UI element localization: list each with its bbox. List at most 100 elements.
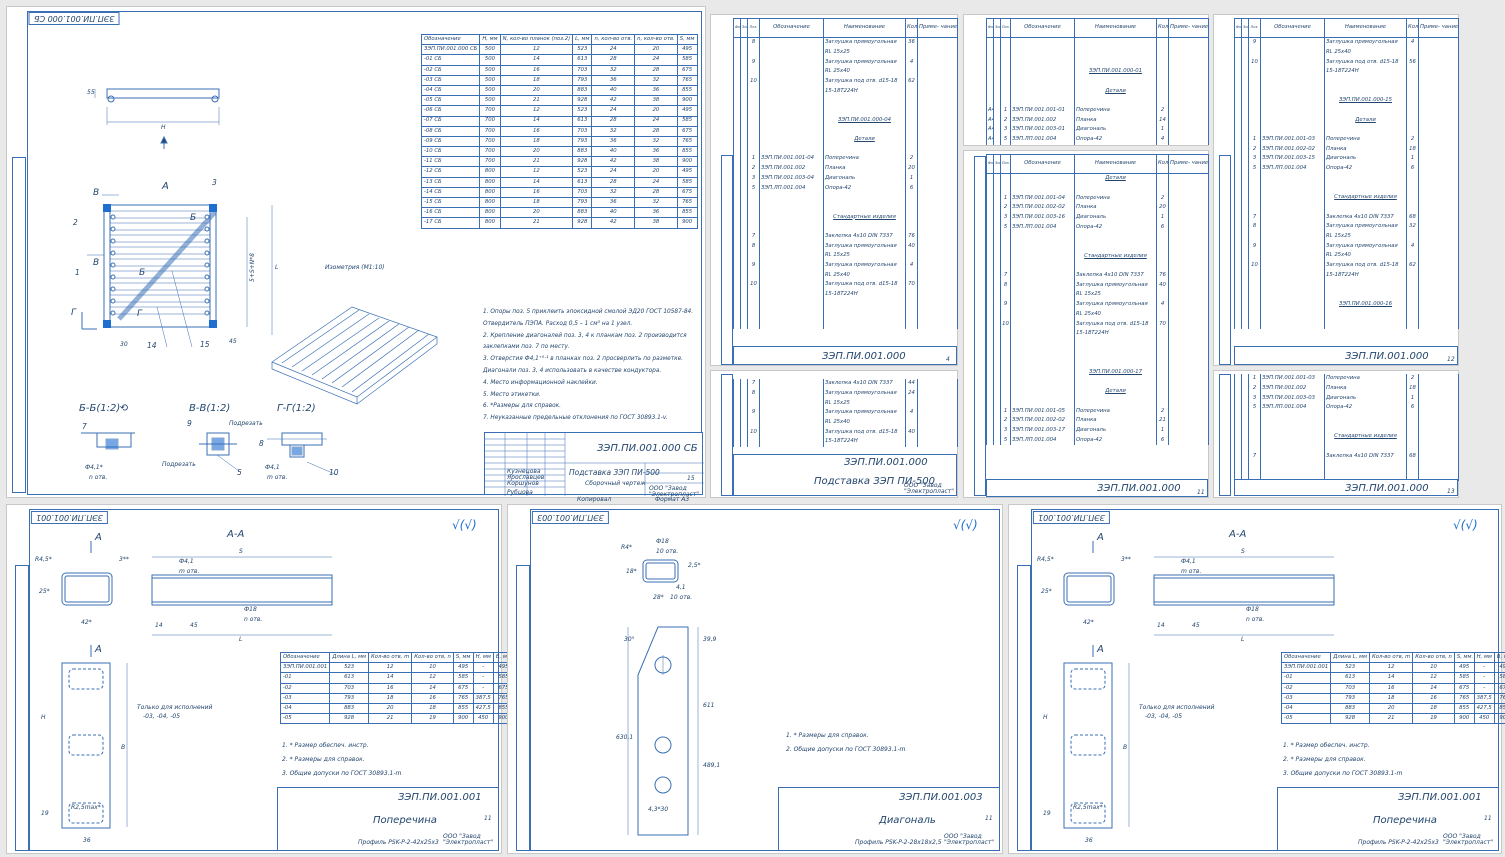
spec-row: [986, 47, 1209, 58]
spec-cell: 32: [1406, 222, 1419, 232]
part1-note-2: 2. * Размеры для справок.: [282, 756, 365, 763]
section-mark-b: В: [93, 188, 100, 198]
spec-cell: Стандартные изделия: [1074, 251, 1157, 262]
spec-cell: 7: [747, 379, 760, 389]
spec-cell: [905, 318, 918, 329]
spec-cell: Диагональ: [1074, 425, 1157, 436]
spec-cell: 62: [905, 76, 918, 87]
spec-cell: [993, 57, 1001, 68]
spec-row: А4 5ЗЭП.ЛП.001.004Опора-424: [986, 134, 1209, 145]
spec-cell: [1406, 67, 1419, 77]
spec-cell: [733, 289, 741, 300]
spec-cell: [1074, 232, 1157, 242]
spec-cell: 2: [1000, 115, 1011, 126]
spec-cell: [1168, 96, 1209, 106]
spec-row: 10 Заглушка под отв. d15-18 62: [733, 76, 958, 87]
spec-cell: [1324, 422, 1407, 433]
spec-cell: [993, 134, 1001, 145]
spec-cell: [905, 270, 918, 281]
spec-cell: [1260, 96, 1325, 106]
assembly-stamp-title: Подставка ЗЭП ПИ-500: [569, 468, 660, 477]
spec-cell: [1241, 299, 1249, 310]
part3-dim-18: Ф18: [1246, 606, 1259, 613]
table-cell: -02: [1280, 682, 1332, 694]
spec-header-cell: Зона: [993, 18, 1001, 38]
part-variant-row: -059282119900450900: [279, 713, 514, 725]
spec-cell: [747, 309, 760, 319]
spec-cell: [1234, 163, 1242, 174]
spec-cell: 6: [1406, 163, 1419, 174]
spec-cell: 68: [1406, 451, 1419, 462]
spec-cell: [1168, 425, 1209, 436]
spec-cell: 10: [747, 280, 760, 290]
spec-cell: [1168, 222, 1209, 233]
spec-cell: 1: [1156, 125, 1169, 135]
spec-cell: [1000, 67, 1011, 77]
spec-cell: [1406, 193, 1419, 203]
assembly-notes: 1. Опоры поз. 5 приклеить эпоксидной смо…: [483, 309, 693, 428]
spec-cell: 5: [1000, 134, 1011, 145]
spec-cell: [1418, 37, 1459, 48]
spec-cell: [747, 270, 760, 281]
table-cell: -: [472, 672, 494, 684]
spec-cell: [1241, 318, 1249, 329]
dim-hole-1: Ф4,1*: [85, 464, 103, 471]
spec-cell: [905, 202, 918, 213]
table-cell: 12: [411, 672, 454, 684]
assembly-stamp-subtitle: Сборочный чертеж: [585, 480, 646, 487]
spec-cell: 15-18T224H: [823, 289, 906, 300]
spec-cell: [905, 134, 918, 145]
spec-cell: [1234, 183, 1242, 193]
spec-cell: [740, 408, 748, 418]
table-cell: 523: [329, 662, 369, 674]
spec-cell: 8: [1248, 222, 1261, 232]
spec-cell: [1248, 299, 1261, 310]
spec-header-cell: Приме- чание: [1168, 154, 1209, 174]
spec-cell: [1234, 193, 1242, 203]
spec-header-cell: Кол.: [1156, 154, 1169, 174]
spec-cell: [1000, 76, 1011, 87]
spec-cell: [1168, 435, 1209, 446]
spec-cell: [993, 377, 1001, 388]
spec-cell: 3: [1248, 393, 1261, 404]
spec-cell: 44: [905, 379, 918, 389]
table-cell: 21: [1368, 713, 1414, 725]
table-cell: -: [1473, 662, 1495, 674]
spec-cell: [1156, 309, 1169, 320]
spec-header-cell: Обозначение: [1010, 154, 1075, 174]
spec-cell: [759, 427, 824, 438]
spec-cell: [993, 76, 1001, 87]
spec-cell: 1: [905, 173, 918, 184]
spec-cell: [986, 396, 994, 407]
spec-cell: [1418, 105, 1459, 116]
spec-cell: [1168, 348, 1209, 359]
spec-row: 7 Заклепка 4x10 DIN 7337 68: [1234, 451, 1459, 462]
spec-cell: [905, 417, 918, 428]
spec-cell: [1260, 222, 1325, 232]
spec-cell: [1168, 86, 1209, 97]
spec-cell: 1: [1000, 105, 1011, 116]
spec-cell: [759, 251, 824, 261]
spec-cell: [1406, 422, 1419, 433]
spec-cell: 10: [1248, 57, 1261, 68]
spec-cell: ЗЭП.ПИ.001.001-03: [1260, 374, 1325, 384]
spec-cell: [917, 202, 958, 213]
spec-cell: 4: [1156, 134, 1169, 145]
spec-cell: [1234, 96, 1242, 106]
spec-cell: [917, 437, 958, 447]
spec-cell: [1000, 348, 1011, 359]
spec-cell: ЗЭП.ПИ.001.003-01: [1010, 125, 1075, 135]
spec-cell: [1168, 203, 1209, 213]
table-cell: 703: [1330, 682, 1370, 694]
spec-cell: [1248, 412, 1261, 423]
spec-cell: [993, 212, 1001, 223]
table-cell: 793: [1330, 692, 1370, 704]
spec-cell: 10: [1248, 260, 1261, 271]
spec-cell: [1010, 173, 1075, 184]
section-mark-bb: Б: [190, 213, 197, 223]
spec-cell: RL 25x40: [823, 417, 906, 428]
spec-cell: [747, 96, 760, 106]
spec-cell: [740, 222, 748, 232]
spec-row: 1 ЗЭП.ПИ.001.001-04 Поперечина 2: [733, 154, 958, 164]
spec-cell: [1406, 125, 1419, 135]
